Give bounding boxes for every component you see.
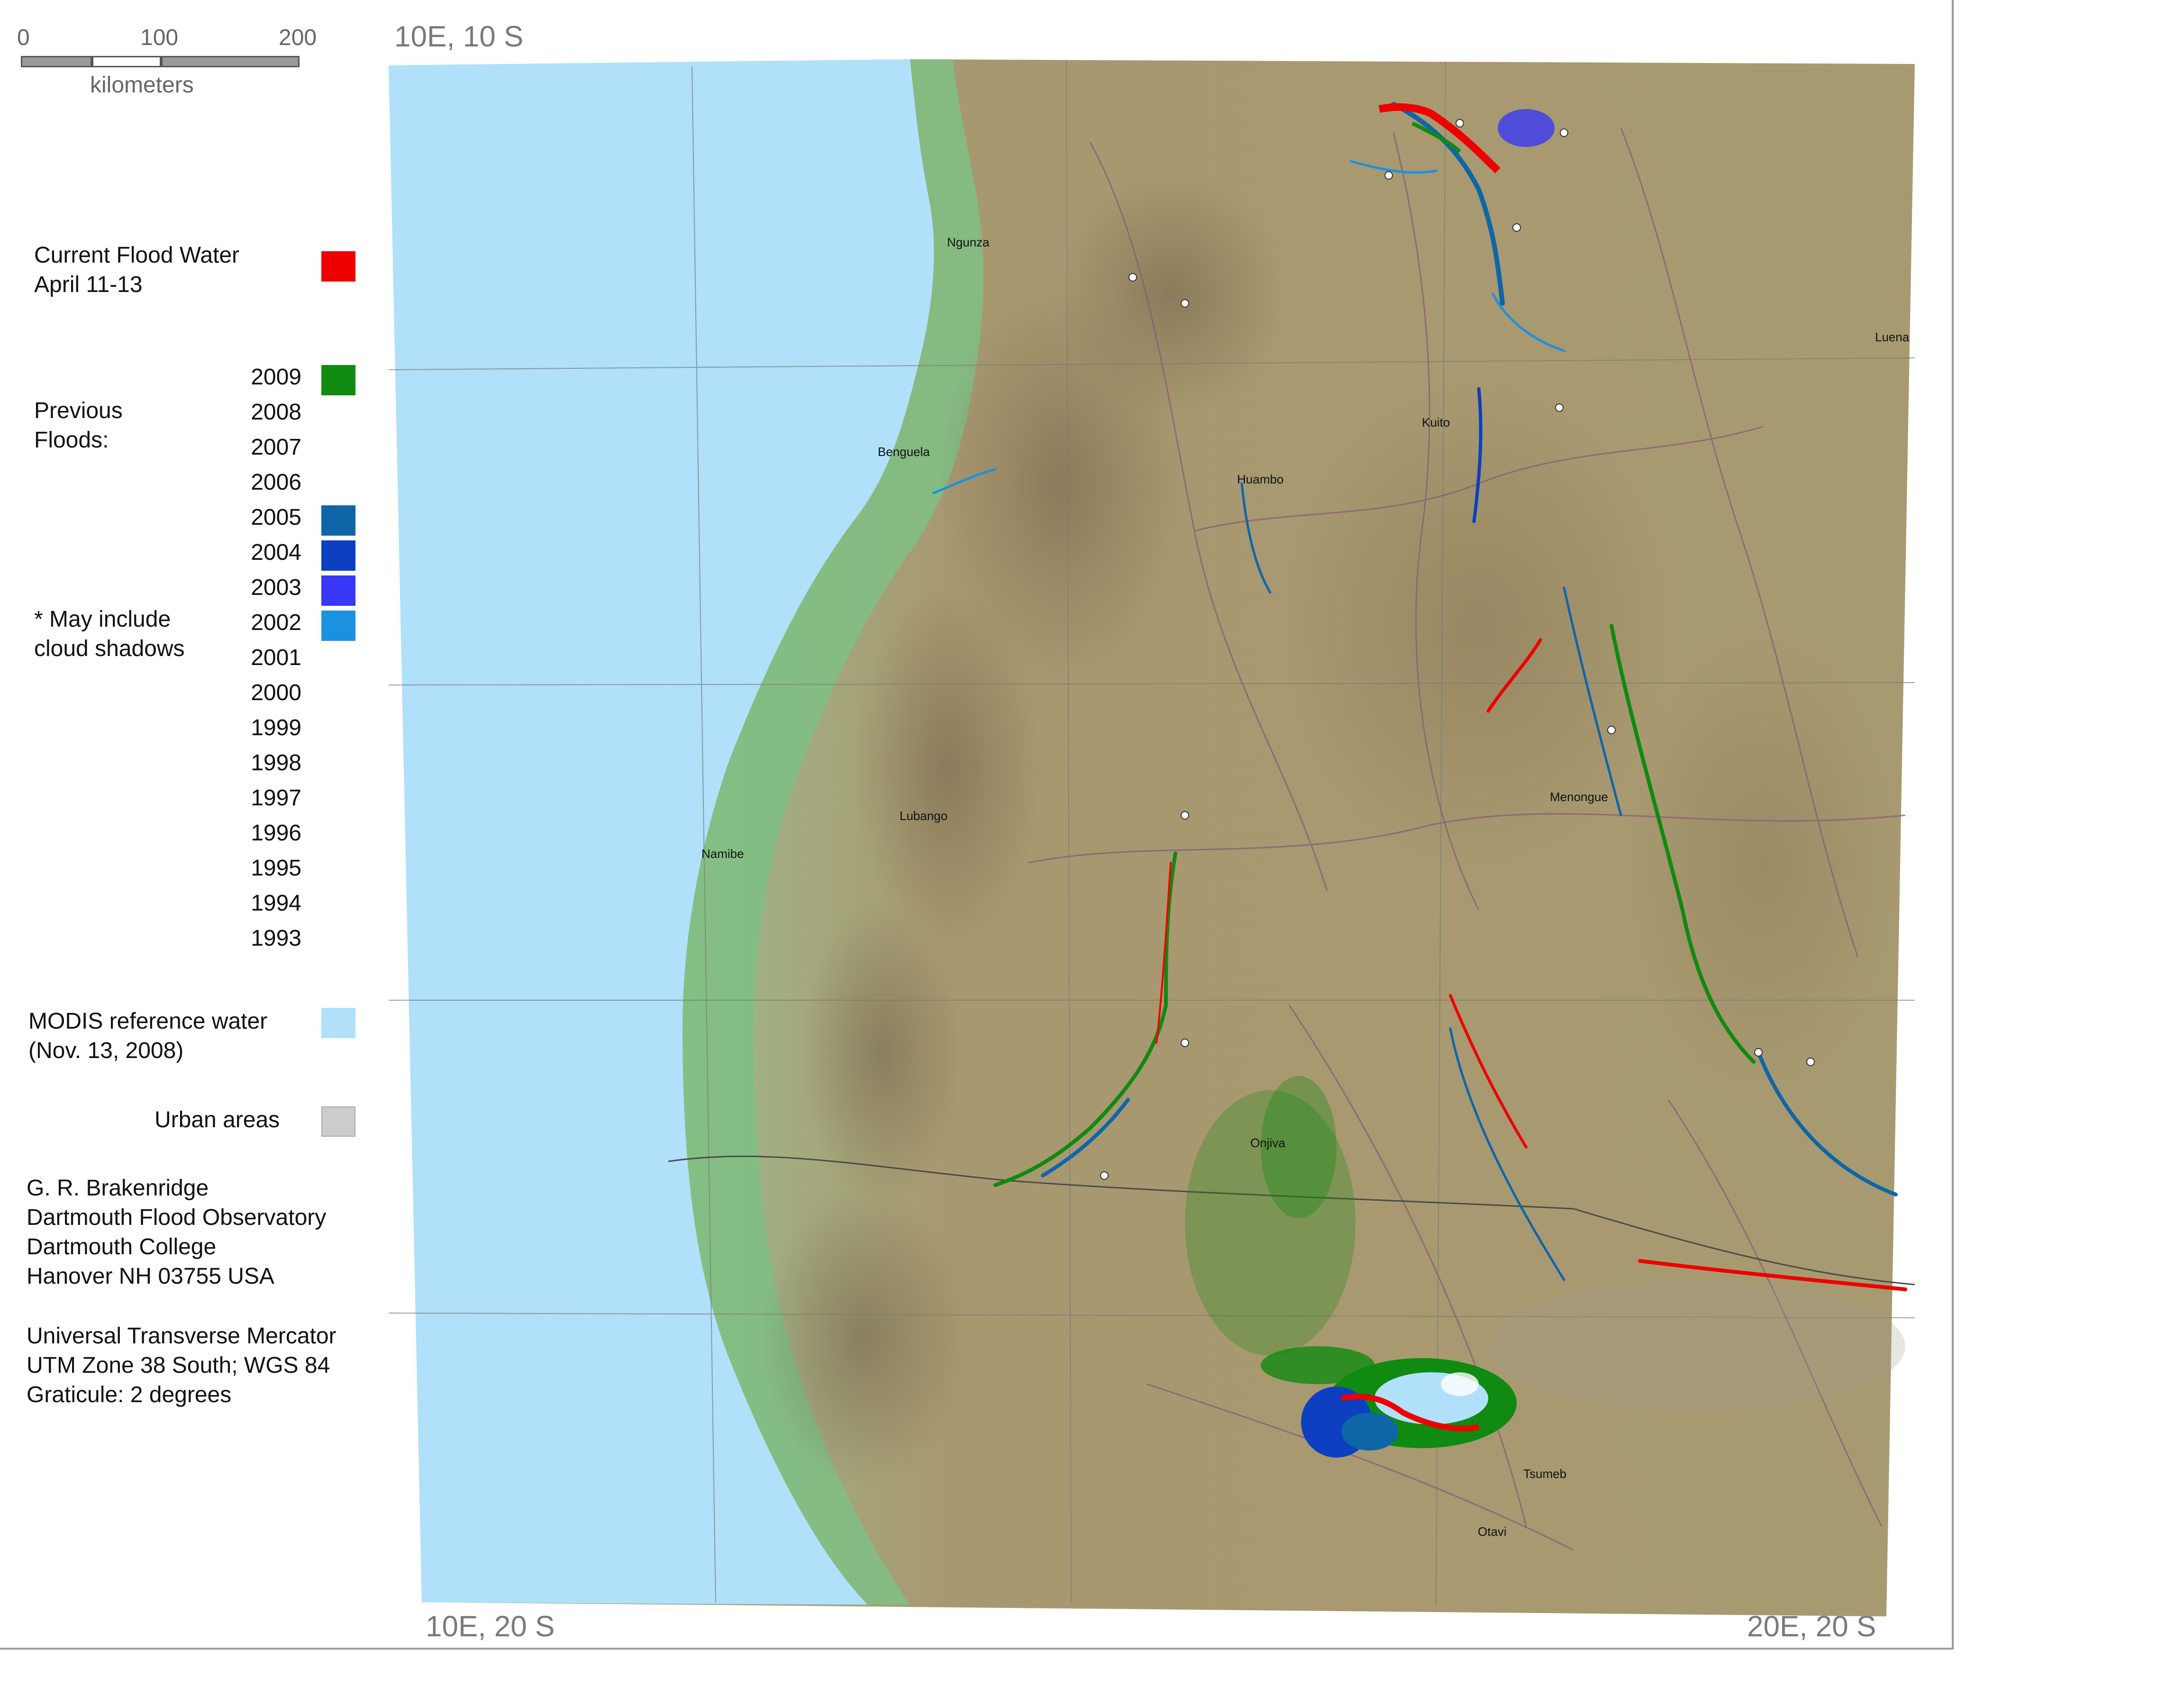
flood-map: Ngunza Benguela Huambo Kuito Luena Luban…: [389, 59, 1915, 1616]
scale-unit-label: kilometers: [90, 73, 194, 98]
legend-year-1999: 1999: [251, 715, 301, 740]
legend-previous-floods-label: Previous Floods:: [34, 396, 123, 455]
legend-year-2008: 2008: [251, 400, 301, 425]
map-frame-right: [1952, 0, 1954, 1650]
place-tsumeb: Tsumeb: [1523, 1467, 1566, 1481]
credit-address: Hanover NH 03755 USA: [27, 1264, 274, 1289]
legend-note-line2: cloud shadows: [34, 636, 185, 661]
legend-swatch-2003: [321, 575, 355, 606]
map-frame-bottom: [0, 1648, 1954, 1650]
projection-zone: UTM Zone 38 South; WGS 84: [27, 1353, 330, 1378]
place-otavi: Otavi: [1478, 1524, 1507, 1539]
legend-swatch-2009: [321, 365, 355, 395]
legend-year-1997: 1997: [251, 785, 301, 811]
corner-label-top-left: 10E, 10 S: [394, 20, 524, 53]
legend-swatch-2005: [321, 505, 355, 536]
legend-year-2006: 2006: [251, 470, 301, 495]
scale-tick-0: 0: [17, 25, 30, 50]
legend-previous-line2: Floods:: [34, 428, 109, 453]
legend-year-1993: 1993: [251, 926, 301, 951]
projection-block: Universal Transverse Mercator UTM Zone 3…: [27, 1322, 337, 1410]
legend-current-flood-title: Current Flood Water: [34, 243, 240, 268]
legend-year-1996: 1996: [251, 821, 301, 846]
credit-college: Dartmouth College: [27, 1234, 217, 1259]
legend-year-1994: 1994: [251, 891, 301, 916]
projection-graticule: Graticule: 2 degrees: [27, 1382, 232, 1407]
scale-tick-100: 100: [140, 25, 179, 50]
scale-bar: [21, 56, 300, 67]
legend-previous-line1: Previous: [34, 398, 123, 423]
place-huambo: Huambo: [1237, 472, 1283, 486]
legend-current-flood-label: Current Flood Water April 11-13: [34, 241, 239, 300]
legend-year-2004: 2004: [251, 540, 301, 565]
legend-urban-label: Urban areas: [155, 1107, 280, 1132]
legend-year-2002: 2002: [251, 610, 301, 635]
legend-year-2003: 2003: [251, 575, 301, 600]
place-lubango: Lubango: [900, 809, 947, 823]
urban-patch: [1488, 1280, 1905, 1413]
legend-year-2009: 2009: [251, 365, 301, 390]
place-onjiva: Onjiva: [1250, 1136, 1285, 1150]
credit-author: G. R. Brakenridge: [27, 1176, 209, 1201]
legend-modis-title: MODIS reference water: [28, 1009, 268, 1034]
legend-cloud-note: * May include cloud shadows: [34, 605, 185, 664]
legend-year-2007: 2007: [251, 435, 301, 460]
legend-year-2005: 2005: [251, 505, 301, 530]
legend-note-line1: * May include: [34, 607, 171, 632]
credits-block: G. R. Brakenridge Dartmouth Flood Observ…: [27, 1174, 326, 1291]
credit-observatory: Dartmouth Flood Observatory: [27, 1205, 327, 1230]
place-menongue: Menongue: [1550, 790, 1608, 804]
place-ngunza: Ngunza: [947, 235, 990, 249]
legend-modis-swatch: [321, 1008, 355, 1038]
legend-modis-date: (Nov. 13, 2008): [28, 1038, 184, 1063]
legend-year-1998: 1998: [251, 750, 301, 776]
place-namibe: Namibe: [701, 847, 744, 861]
place-luena: Luena: [1875, 330, 1910, 344]
scale-tick-200: 200: [279, 25, 317, 50]
legend-urban-swatch: [321, 1106, 355, 1137]
legend-year-1995: 1995: [251, 856, 301, 881]
place-benguela: Benguela: [878, 445, 930, 459]
legend-swatch-2002: [321, 611, 355, 641]
legend-current-flood-dates: April 11-13: [34, 272, 143, 297]
legend-modis-label: MODIS reference water (Nov. 13, 2008): [28, 1007, 267, 1066]
legend-year-2000: 2000: [251, 680, 301, 705]
place-kuito: Kuito: [1422, 415, 1450, 429]
legend-current-flood-swatch: [321, 251, 355, 282]
projection-name: Universal Transverse Mercator: [27, 1323, 337, 1349]
legend-year-2001: 2001: [251, 645, 301, 670]
legend-swatch-2004: [321, 540, 355, 571]
